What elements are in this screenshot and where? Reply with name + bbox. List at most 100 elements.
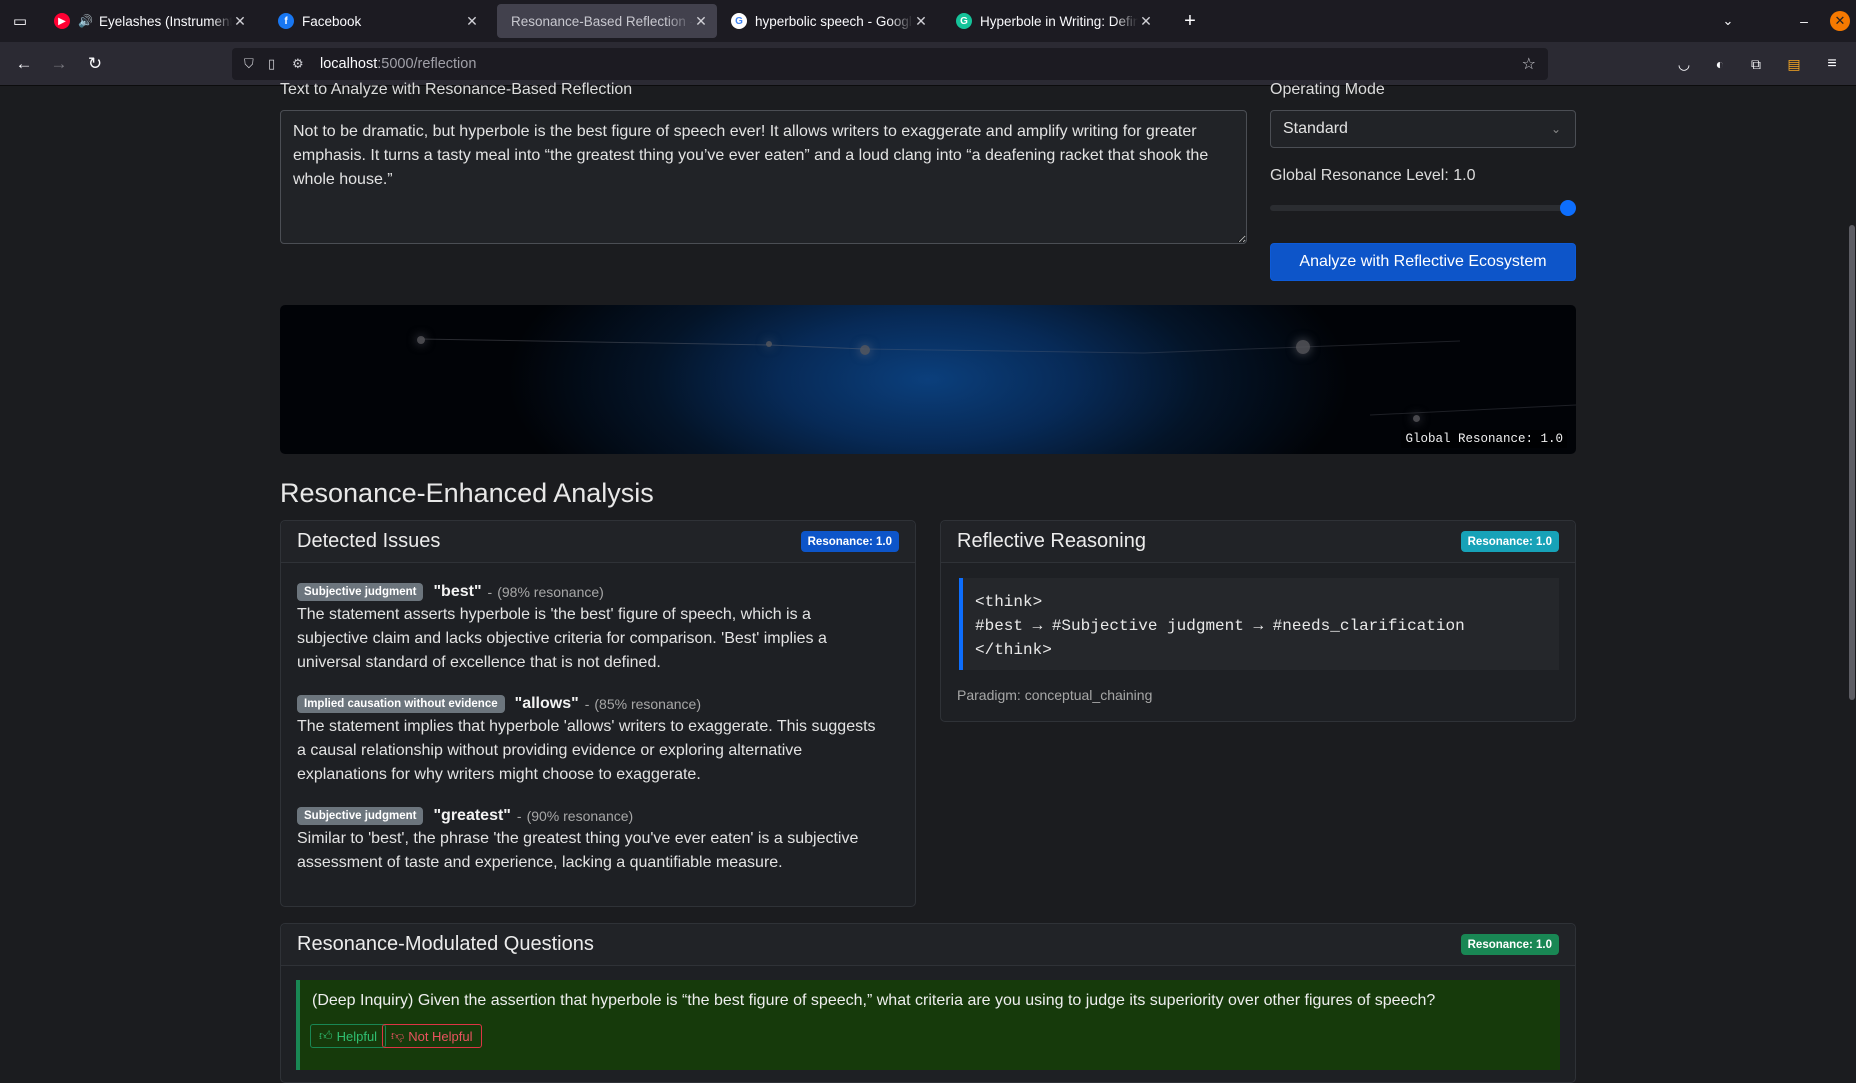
resonance-network-lines [419, 338, 1576, 416]
close-tab-icon[interactable]: ✕ [232, 13, 248, 30]
helpful-label: Helpful [336, 1028, 378, 1044]
browser-tab-1[interactable]: ▶ 🔊 Eyelashes (Instrumental) - A ✕ [46, 4, 256, 38]
close-tab-icon[interactable]: ✕ [693, 13, 709, 30]
global-resonance-slider-thumb[interactable] [1560, 200, 1576, 216]
url-host: localhost [320, 56, 378, 72]
pocket-icon[interactable]: ◡ [1670, 50, 1698, 78]
text-input-label: Text to Analyze with Resonance-Based Ref… [280, 81, 633, 98]
youtube-music-icon: ▶ [54, 13, 70, 29]
browser-tab-4[interactable]: G hyperbolic speech - Google Se ✕ [723, 4, 937, 38]
close-tab-icon[interactable]: ✕ [1138, 13, 1154, 30]
browser-tab-2[interactable]: f Facebook ✕ [270, 4, 488, 38]
code-line: </think> [975, 641, 1052, 659]
resonance-node [1296, 340, 1310, 354]
list-all-tabs-icon[interactable]: ⌄ [1714, 7, 1742, 35]
issue-resonance: (90% resonance) [526, 808, 634, 824]
card-title: Detected Issues [297, 530, 441, 552]
tab-overview-icon[interactable]: ▭ [6, 7, 34, 35]
detected-issues-card: Detected Issues Resonance: 1.0 Subjectiv… [280, 520, 916, 907]
card-header: Detected Issues Resonance: 1.0 [281, 521, 915, 563]
close-tab-icon[interactable]: ✕ [464, 13, 480, 30]
global-resonance-readout: Global Resonance: 1.0 [1401, 430, 1567, 448]
card-title: Reflective Reasoning [957, 530, 1146, 552]
google-icon: G [731, 13, 747, 29]
resonance-node [417, 336, 425, 344]
audio-playing-icon[interactable]: 🔊 [78, 14, 93, 28]
notification-extension-icon[interactable]: ▤ [1780, 50, 1808, 78]
extension-icon[interactable]: ◐ [1706, 50, 1734, 78]
bookmark-star-icon[interactable]: ☆ [1522, 54, 1536, 74]
back-icon[interactable]: ← [10, 50, 38, 78]
issue-item: Subjective judgment "greatest" - (90% re… [297, 805, 882, 875]
resonance-badge: Resonance: 1.0 [800, 531, 899, 552]
resonance-badge: Resonance: 1.0 [1460, 531, 1559, 552]
url-text[interactable]: localhost:5000/reflection [320, 56, 476, 72]
grammarly-icon: G [956, 13, 972, 29]
issue-separator: - [487, 584, 493, 600]
new-tab-icon[interactable]: + [1176, 7, 1204, 35]
tab-title: Facebook [302, 13, 362, 29]
not-helpful-button[interactable]: 👎︎ Not Helpful [382, 1024, 482, 1048]
close-window-icon[interactable]: ✕ [1830, 11, 1850, 31]
extensions-puzzle-icon[interactable]: ⧉ [1742, 50, 1770, 78]
thumbs-up-icon: 👍︎ [319, 1028, 333, 1043]
minimize-window-icon[interactable]: – [1790, 7, 1818, 35]
chevron-down-icon: ⌄ [1550, 122, 1561, 136]
issue-term: "allows" [514, 695, 579, 712]
browser-tab-strip: ▭ ▶ 🔊 Eyelashes (Instrumental) - A ✕ f F… [0, 0, 1856, 42]
issue-item: Subjective judgment "best" - (98% resona… [297, 581, 882, 675]
card-header: Resonance-Modulated Questions Resonance:… [281, 924, 1575, 966]
app-menu-icon[interactable]: ≡ [1818, 50, 1846, 78]
reasoning-code-block: <think> #best → #Subjective judgment → #… [959, 578, 1559, 670]
tracking-protection-icon[interactable]: ⛉ [244, 56, 254, 72]
analyze-button[interactable]: Analyze with Reflective Ecosystem [1270, 243, 1576, 281]
thumbs-down-icon: 👎︎ [391, 1028, 405, 1043]
issue-term: "greatest" [433, 807, 511, 824]
code-line: #best → #Subjective judgment → #needs_cl… [975, 617, 1465, 635]
browser-tab-3-active[interactable]: Resonance-Based Reflection - A ✕ [497, 4, 717, 38]
page-info-icon[interactable]: ▯ [268, 56, 275, 72]
card-header: Reflective Reasoning Resonance: 1.0 [941, 521, 1575, 563]
operating-mode-value: Standard [1283, 120, 1348, 137]
issue-term: "best" [433, 583, 482, 600]
close-tab-icon[interactable]: ✕ [913, 13, 929, 30]
question-text: (Deep Inquiry) Given the assertion that … [312, 992, 1436, 1009]
url-bar[interactable]: ⛉ ▯ ⚙ localhost:5000/reflection ☆ [232, 48, 1548, 80]
issue-category-badge: Implied causation without evidence [297, 695, 505, 713]
permissions-icon[interactable]: ⚙ [292, 56, 304, 72]
resonance-node [860, 345, 870, 355]
question-item: (Deep Inquiry) Given the assertion that … [296, 980, 1560, 1070]
issue-category-badge: Subjective judgment [297, 807, 424, 825]
browser-navigation-bar: ← → ↻ ⛉ ▯ ⚙ localhost:5000/reflection ☆ … [0, 42, 1856, 86]
url-path: :5000/reflection [377, 56, 477, 72]
tab-title: Resonance-Based Reflection - A [511, 13, 693, 29]
issue-separator: - [516, 808, 522, 824]
facebook-icon: f [278, 13, 294, 29]
global-resonance-label: Global Resonance Level: 1.0 [1270, 167, 1476, 184]
issue-separator: - [584, 696, 590, 712]
page-scrollbar-thumb[interactable] [1849, 225, 1855, 700]
resonance-node [766, 341, 772, 347]
not-helpful-label: Not Helpful [408, 1028, 473, 1044]
tab-title: Eyelashes (Instrumental) - A [98, 13, 232, 29]
reasoning-paradigm: Paradigm: conceptual_chaining [957, 687, 1153, 703]
browser-tab-5[interactable]: G Hyperbole in Writing: Definitio ✕ [948, 4, 1162, 38]
issue-description: Similar to 'best', the phrase 'the great… [297, 830, 859, 871]
operating-mode-select[interactable]: Standard ⌄ [1270, 110, 1576, 148]
issue-description: The statement implies that hyperbole 'al… [297, 718, 876, 783]
tab-title: hyperbolic speech - Google Se [755, 13, 913, 29]
forward-icon[interactable]: → [45, 50, 73, 78]
issue-description: The statement asserts hyperbole is 'the … [297, 606, 827, 671]
operating-mode-label: Operating Mode [1270, 81, 1385, 98]
global-resonance-slider[interactable] [1270, 205, 1576, 211]
issue-category-badge: Subjective judgment [297, 583, 424, 601]
reload-icon[interactable]: ↻ [81, 50, 109, 78]
issue-resonance: (85% resonance) [594, 696, 701, 712]
reflective-reasoning-card: Reflective Reasoning Resonance: 1.0 <thi… [940, 520, 1576, 722]
resonance-visualization: Global Resonance: 1.0 [280, 305, 1576, 454]
text-to-analyze-input[interactable]: Not to be dramatic, but hyperbole is the… [280, 110, 1247, 244]
code-line: <think> [975, 593, 1043, 611]
analysis-heading: Resonance-Enhanced Analysis [280, 478, 654, 508]
card-title: Resonance-Modulated Questions [297, 933, 594, 955]
helpful-button[interactable]: 👍︎ Helpful [310, 1024, 387, 1048]
